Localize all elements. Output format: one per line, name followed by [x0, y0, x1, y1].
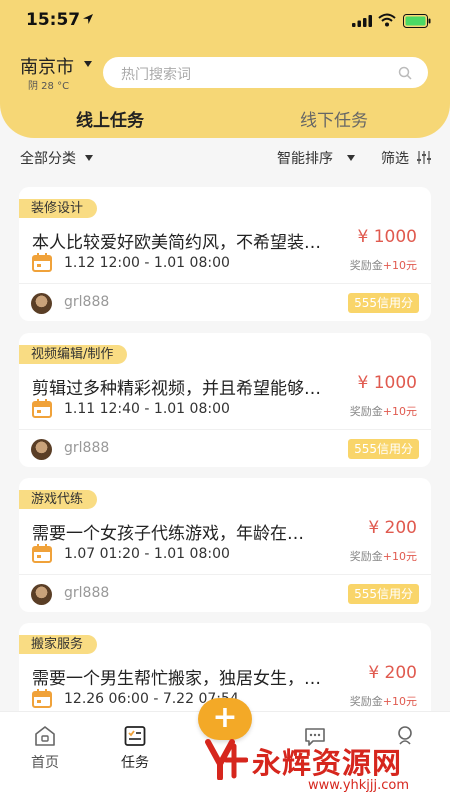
caret-down-icon[interactable]: [347, 155, 355, 161]
category-tag: 搬家服务: [19, 635, 98, 654]
task-card[interactable]: 装修设计 本人比较爱好欧美简约风，不希望装… ¥ 1000 1.12 12:00…: [19, 187, 431, 321]
task-list-icon: [124, 726, 146, 746]
task-title: 本人比较爱好欧美简约风，不希望装…: [32, 233, 321, 253]
credit-badge: 555信用分: [348, 293, 419, 313]
reward-bonus: +10元: [382, 550, 417, 563]
home-icon: [35, 726, 55, 746]
watermark: 永辉资源网 www.yhkjjj.com: [196, 734, 450, 799]
divider: [19, 429, 431, 430]
filter-bar: 全部分类 智能排序 筛选: [0, 146, 450, 172]
calendar-icon: [32, 253, 52, 272]
task-price: ¥ 1000: [357, 227, 417, 247]
reward-text: 奖励金+10元: [350, 403, 417, 419]
watermark-url: www.yhkjjj.com: [308, 778, 410, 793]
nav-home[interactable]: 首页: [15, 724, 75, 772]
location-arrow-icon: [83, 14, 93, 24]
task-time: 1.11 12:40 - 1.01 08:00: [64, 401, 230, 417]
caret-down-icon[interactable]: [84, 61, 92, 67]
sort-filter[interactable]: 智能排序: [277, 148, 333, 168]
caret-down-icon[interactable]: [85, 155, 93, 161]
avatar[interactable]: [31, 293, 52, 314]
status-time: 15:57: [26, 10, 81, 30]
signal-icon: [352, 15, 372, 27]
reward-text: 奖励金+10元: [350, 548, 417, 564]
reward-label: 奖励金: [349, 550, 383, 563]
username: grl888: [64, 585, 110, 601]
task-title: 剪辑过多种精彩视频，并且希望能够…: [32, 379, 321, 399]
reward-label: 奖励金: [349, 695, 383, 708]
task-price: ¥ 1000: [357, 373, 417, 393]
avatar[interactable]: [31, 584, 52, 605]
credit-badge: 555信用分: [348, 584, 419, 604]
task-title: 需要一个男生帮忙搬家，独居女生，…: [32, 669, 321, 689]
reward-bonus: +10元: [382, 695, 417, 708]
task-card[interactable]: 视频编辑/制作 剪辑过多种精彩视频，并且希望能够… ¥ 1000 1.11 12…: [19, 333, 431, 467]
watermark-logo-icon: [205, 739, 248, 780]
filter-button[interactable]: 筛选: [381, 148, 409, 168]
watermark-text: 永辉资源网: [252, 746, 403, 780]
status-bar: 15:57: [0, 0, 450, 42]
city-selector[interactable]: 南京市: [20, 53, 74, 79]
task-price: ¥ 200: [368, 518, 417, 538]
plus-icon: +: [212, 700, 238, 735]
calendar-icon: [32, 689, 52, 708]
search-placeholder: 热门搜索词: [121, 67, 191, 83]
reward-text: 奖励金+10元: [350, 257, 417, 273]
wifi-icon: [378, 13, 396, 27]
reward-label: 奖励金: [349, 405, 383, 418]
reward-label: 奖励金: [349, 259, 383, 272]
reward-bonus: +10元: [382, 405, 417, 418]
nav-label: 首页: [31, 755, 59, 771]
task-price: ¥ 200: [368, 663, 417, 683]
tab-offline-tasks[interactable]: 线下任务: [300, 106, 368, 131]
battery-icon: [403, 14, 431, 28]
divider: [19, 283, 431, 284]
reward-text: 奖励金+10元: [350, 693, 417, 709]
avatar[interactable]: [31, 439, 52, 460]
weather-text: 阴 28 °C: [28, 81, 70, 92]
task-title: 需要一个女孩子代练游戏，年龄在…: [32, 524, 304, 544]
task-card[interactable]: 游戏代练 需要一个女孩子代练游戏，年龄在… ¥ 200 1.07 01:20 -…: [19, 478, 431, 612]
category-tag: 装修设计: [19, 199, 98, 218]
header-background: 15:57 南京市 阴 28 °C 热门搜索词 线上任务 线下任务: [0, 0, 450, 138]
nav-label: 任务: [121, 755, 149, 771]
divider: [19, 574, 431, 575]
tab-online-tasks[interactable]: 线上任务: [76, 106, 144, 131]
task-time: 1.12 12:00 - 1.01 08:00: [64, 255, 230, 271]
category-filter[interactable]: 全部分类: [20, 148, 76, 168]
credit-badge: 555信用分: [348, 439, 419, 459]
calendar-icon: [32, 544, 52, 563]
username: grl888: [64, 294, 110, 310]
category-tag: 游戏代练: [19, 490, 98, 509]
reward-bonus: +10元: [382, 259, 417, 272]
username: grl888: [64, 440, 110, 456]
calendar-icon: [32, 399, 52, 418]
search-icon[interactable]: [398, 66, 412, 80]
nav-tasks[interactable]: 任务: [105, 724, 165, 772]
search-input[interactable]: 热门搜索词: [103, 57, 428, 88]
task-time: 1.07 01:20 - 1.01 08:00: [64, 546, 230, 562]
filter-sliders-icon[interactable]: [417, 151, 431, 164]
category-tag: 视频编辑/制作: [19, 345, 128, 364]
